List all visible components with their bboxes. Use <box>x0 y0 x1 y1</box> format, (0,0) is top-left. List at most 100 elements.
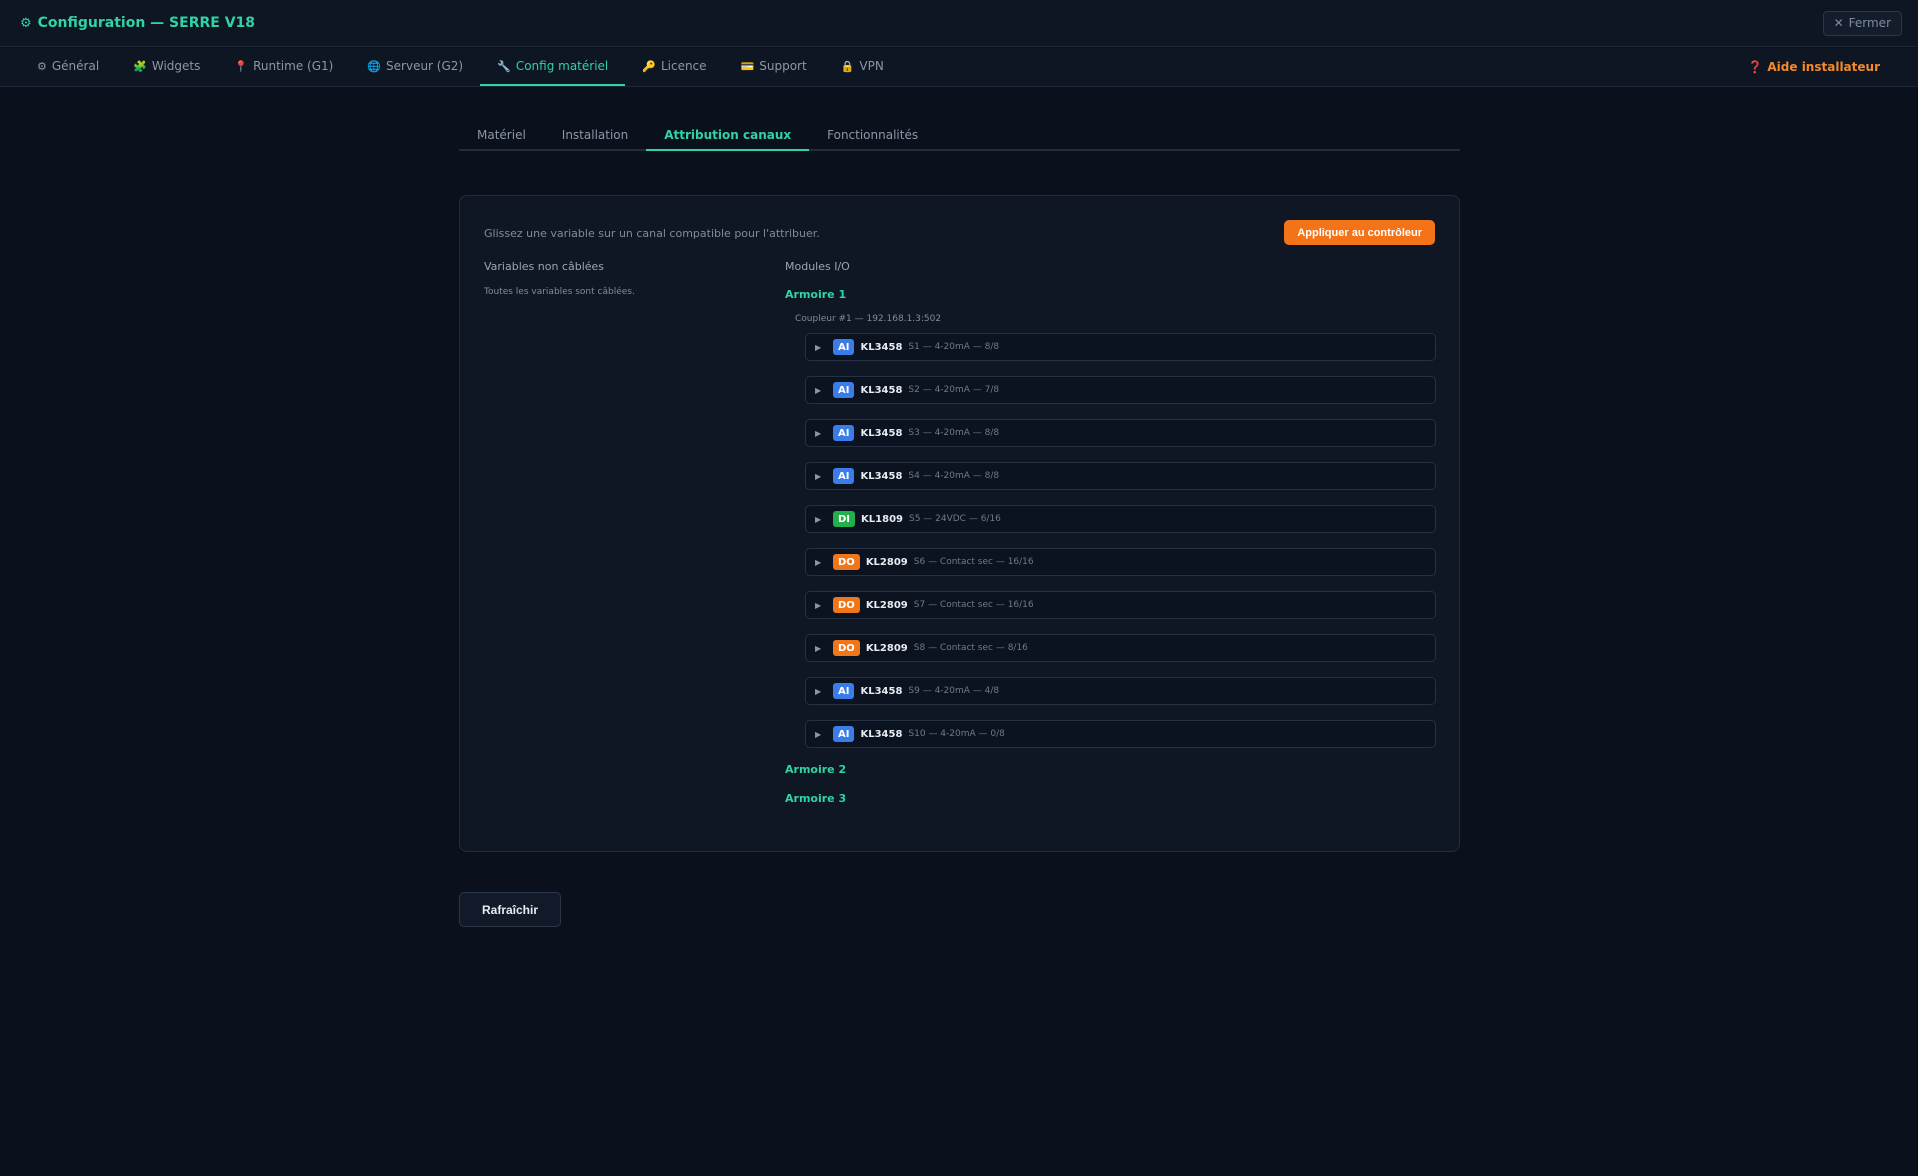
module-reference: KL3458 <box>860 728 903 740</box>
module-type-badge: DI <box>833 511 856 527</box>
module-row[interactable]: ▶ DO KL2809 S6 — Contact sec — 16/16 <box>805 548 1436 576</box>
module-list: ▶ AI KL3458 S1 — 4-20mA — 8/8 ▶ AI KL3458 S2 — … <box>805 333 1436 748</box>
tab-icon: ⚙ <box>37 59 47 73</box>
tab-label: Config matériel <box>515 59 609 73</box>
module-description: S1 — 4-20mA — 8/8 <box>908 342 1000 352</box>
module-row[interactable]: ▶ DI KL1809 S5 — 24VDC — 6/16 <box>805 505 1436 533</box>
module-description: S7 — Contact sec — 16/16 <box>913 600 1034 610</box>
window-header: ⚙ Configuration — SERRE V18 ✕ Fermer <box>0 0 1918 47</box>
tab-label: Support <box>759 59 807 73</box>
expand-caret-icon[interactable]: ▶ <box>815 386 823 395</box>
tab-label: Licence <box>660 59 707 73</box>
close-button[interactable]: ✕ Fermer <box>1822 10 1902 36</box>
module-row[interactable]: ▶ AI KL3458 S1 — 4-20mA — 8/8 <box>805 333 1436 361</box>
apply-to-controller-button[interactable]: Appliquer au contrôleur <box>1284 220 1435 245</box>
io-modules-column: Modules I/O Armoire 1 Coupleur #1 — 192.… <box>785 260 1436 805</box>
close-icon: ✕ <box>1833 16 1844 30</box>
module-reference: KL3458 <box>860 427 903 439</box>
module-description: S3 — 4-20mA — 8/8 <box>908 428 1000 438</box>
tab-label: Widgets <box>151 59 201 73</box>
module-type-badge: DO <box>833 554 860 570</box>
tab-config-mat-riel[interactable]: 🔧 Config matériel <box>480 48 626 86</box>
module-reference: KL3458 <box>860 384 903 396</box>
module-row[interactable]: ▶ AI KL3458 S3 — 4-20mA — 8/8 <box>805 419 1436 447</box>
module-type-badge: AI <box>833 425 855 441</box>
tab-icon: 🌐 <box>367 59 382 73</box>
tab-label: Serveur (G2) <box>386 59 464 73</box>
installer-help-link[interactable]: ❓ Aide installateur <box>1747 48 1898 86</box>
module-row[interactable]: ▶ DO KL2809 S8 — Contact sec — 8/16 <box>805 634 1436 662</box>
module-row[interactable]: ▶ AI KL3458 S2 — 4-20mA — 7/8 <box>805 376 1436 404</box>
subtab-4[interactable]: Fonctionnalités <box>809 120 936 151</box>
tab-icon: 💳 <box>740 59 755 73</box>
tab-icon: 🔒 <box>840 59 855 73</box>
expand-caret-icon[interactable]: ▶ <box>815 687 823 696</box>
armoire-3[interactable]: Armoire 3 <box>785 792 1436 805</box>
unwired-variables-title: Variables non câblées <box>484 260 605 273</box>
module-description: S6 — Contact sec — 16/16 <box>913 557 1034 567</box>
tab-label: Runtime (G1) <box>253 59 334 73</box>
module-type-badge: AI <box>833 382 855 398</box>
expand-caret-icon[interactable]: ▶ <box>815 644 823 653</box>
expand-caret-icon[interactable]: ▶ <box>815 343 823 352</box>
tab-vpn[interactable]: 🔒 VPN <box>824 48 901 86</box>
tab-licence[interactable]: 🔑 Licence <box>625 48 723 86</box>
module-description: S8 — Contact sec — 8/16 <box>913 643 1028 653</box>
top-navigation: ⚙ Général 🧩 Widgets 📍 Runtime (G1) 🌐 Serveur (G… <box>0 48 1918 87</box>
module-reference: KL2809 <box>865 556 908 568</box>
armoire-1[interactable]: Armoire 1 <box>785 288 1436 301</box>
module-reference: KL2809 <box>865 599 908 611</box>
subtab-1[interactable]: Matériel <box>459 120 544 151</box>
subtab-2[interactable]: Installation <box>544 120 646 151</box>
tab-icon: 🧩 <box>133 59 147 73</box>
module-row[interactable]: ▶ AI KL3458 S10 — 4-20mA — 0/8 <box>805 720 1436 748</box>
module-type-badge: AI <box>833 683 855 699</box>
tab-widgets[interactable]: 🧩 Widgets <box>116 48 217 86</box>
module-reference: KL1809 <box>861 513 903 525</box>
module-description: S4 — 4-20mA — 8/8 <box>908 471 1000 481</box>
module-row[interactable]: ▶ AI KL3458 S9 — 4-20mA — 4/8 <box>805 677 1436 705</box>
expand-caret-icon[interactable]: ▶ <box>815 730 823 739</box>
unwired-variables-column: Variables non câblées Toutes les variabl… <box>484 260 754 297</box>
help-label: Aide installateur <box>1767 60 1880 74</box>
module-reference: KL3458 <box>860 341 903 353</box>
tab-icon: 📍 <box>234 59 249 73</box>
refresh-button[interactable]: Rafraîchir <box>459 892 561 927</box>
module-reference: KL2809 <box>865 642 908 654</box>
tab-support[interactable]: 💳 Support <box>724 48 824 86</box>
expand-caret-icon[interactable]: ▶ <box>815 558 823 567</box>
tab-icon: 🔧 <box>497 59 511 73</box>
tab-serveur-g2[interactable]: 🌐 Serveur (G2) <box>350 48 480 86</box>
module-type-badge: DO <box>833 640 860 656</box>
tab-g-n-ral[interactable]: ⚙ Général <box>20 48 116 86</box>
subtab-3[interactable]: Attribution canaux <box>646 120 810 151</box>
module-description: S5 — 24VDC — 6/16 <box>908 514 1001 524</box>
expand-caret-icon[interactable]: ▶ <box>815 515 823 524</box>
tab-runtime-g1[interactable]: 📍 Runtime (G1) <box>217 48 350 86</box>
window-title-text: Configuration — SERRE V18 <box>37 15 256 31</box>
coupler-label: Coupleur #1 — 192.168.1.3:502 <box>795 314 942 324</box>
help-icon: ❓ <box>1747 60 1763 74</box>
armoire-2[interactable]: Armoire 2 <box>785 763 1436 776</box>
tab-icon: 🔑 <box>642 59 656 73</box>
top-tabs: ⚙ Général 🧩 Widgets 📍 Runtime (G1) 🌐 Serveur (G… <box>20 48 901 86</box>
expand-caret-icon[interactable]: ▶ <box>815 429 823 438</box>
io-modules-title: Modules I/O <box>785 260 850 273</box>
module-type-badge: AI <box>833 468 855 484</box>
expand-caret-icon[interactable]: ▶ <box>815 601 823 610</box>
close-label: Fermer <box>1848 16 1891 30</box>
module-type-badge: DO <box>833 597 860 613</box>
window-title: ⚙ Configuration — SERRE V18 <box>20 15 255 31</box>
module-row[interactable]: ▶ DO KL2809 S7 — Contact sec — 16/16 <box>805 591 1436 619</box>
module-row[interactable]: ▶ AI KL3458 S4 — 4-20mA — 8/8 <box>805 462 1436 490</box>
unwired-variables-note: Toutes les variables sont câblées. <box>484 287 635 297</box>
module-type-badge: AI <box>833 339 855 355</box>
gear-icon: ⚙ <box>20 15 32 31</box>
expand-caret-icon[interactable]: ▶ <box>815 472 823 481</box>
module-description: S10 — 4-20mA — 0/8 <box>908 729 1005 739</box>
sub-tabs: Matériel Installation Attribution canaux Fo… <box>459 120 1460 151</box>
tab-label: VPN <box>859 59 884 73</box>
tab-label: Général <box>51 59 100 73</box>
module-type-badge: AI <box>833 726 855 742</box>
module-description: S2 — 4-20mA — 7/8 <box>908 385 1000 395</box>
